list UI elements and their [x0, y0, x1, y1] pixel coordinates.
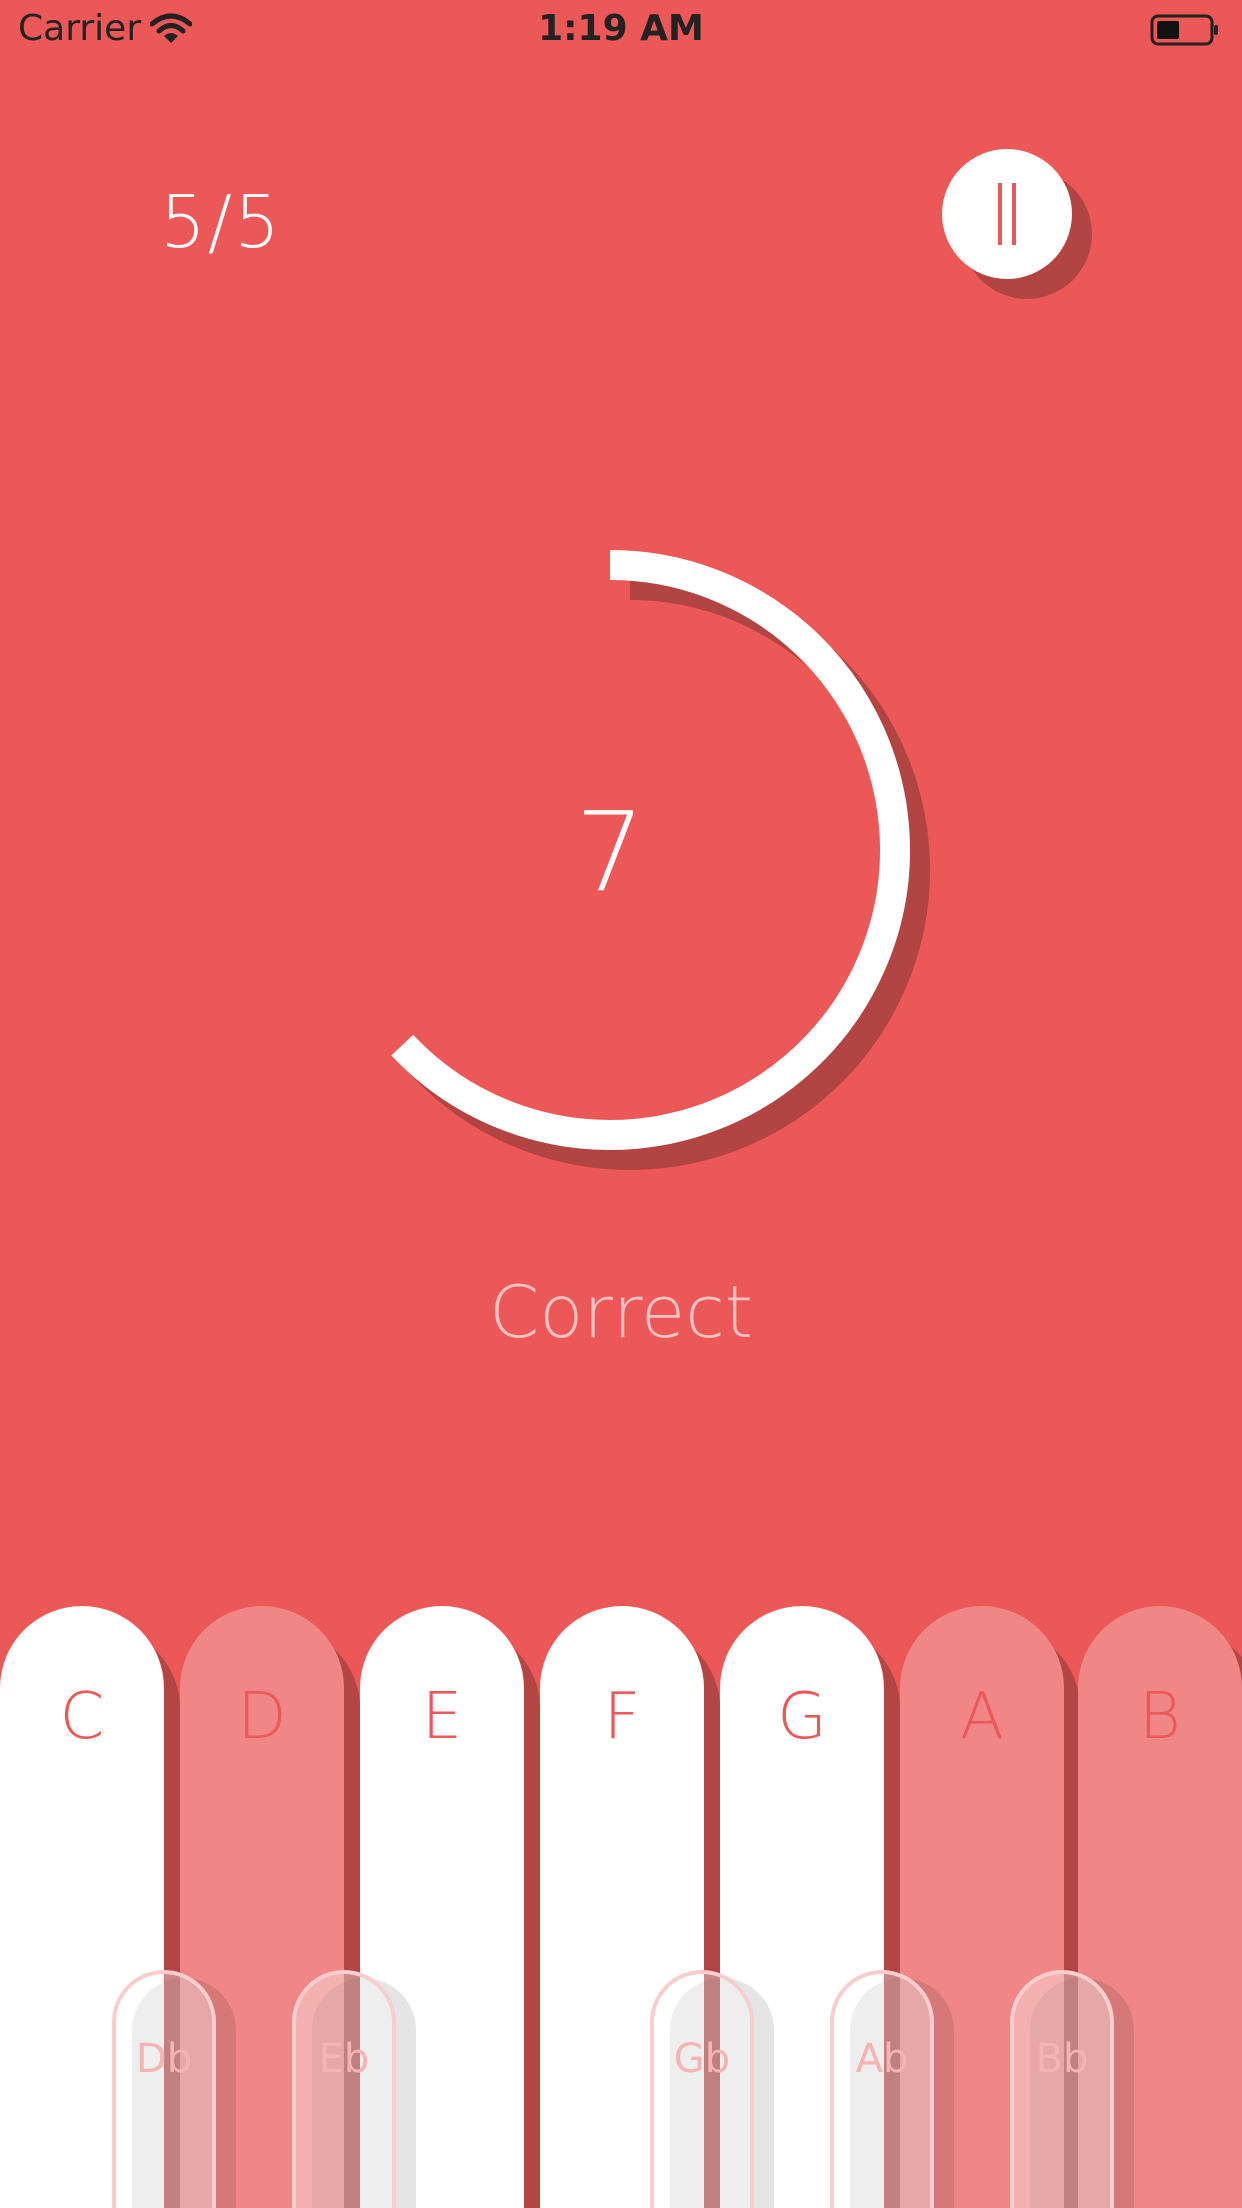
- battery-icon: [1150, 14, 1218, 46]
- black-key-label: Ab: [855, 2036, 909, 2082]
- status-bar: Carrier 1:19 AM: [0, 0, 1242, 62]
- white-key-label: C: [59, 1680, 105, 1754]
- black-key-label: Bb: [1035, 2036, 1089, 2082]
- countdown-number: 7: [575, 788, 645, 916]
- piano-keyboard: C D E F G A B Db Eb Gb Ab Bb: [0, 1606, 1242, 2208]
- black-key-db[interactable]: Db: [112, 1970, 216, 2208]
- black-key-ab[interactable]: Ab: [830, 1970, 934, 2208]
- pause-button[interactable]: [942, 149, 1072, 279]
- white-key-label: G: [777, 1680, 827, 1754]
- white-key-label: B: [1139, 1680, 1181, 1754]
- status-time: 1:19 AM: [538, 8, 704, 49]
- black-key-gb[interactable]: Gb: [650, 1970, 754, 2208]
- black-key-bb[interactable]: Bb: [1010, 1970, 1114, 2208]
- white-key-label: D: [237, 1680, 287, 1754]
- white-key-label: F: [603, 1680, 641, 1754]
- black-key-label: Db: [135, 2036, 193, 2082]
- pause-control: [942, 149, 1092, 299]
- question-progress: 5/5: [160, 180, 282, 264]
- black-key-label: Eb: [318, 2036, 370, 2082]
- pause-icon: [998, 183, 1016, 245]
- black-key-label: Gb: [673, 2036, 731, 2082]
- white-key-label: E: [421, 1680, 463, 1754]
- white-key-label: A: [960, 1680, 1004, 1754]
- black-key-eb[interactable]: Eb: [292, 1970, 396, 2208]
- answer-feedback: Correct: [488, 1270, 754, 1354]
